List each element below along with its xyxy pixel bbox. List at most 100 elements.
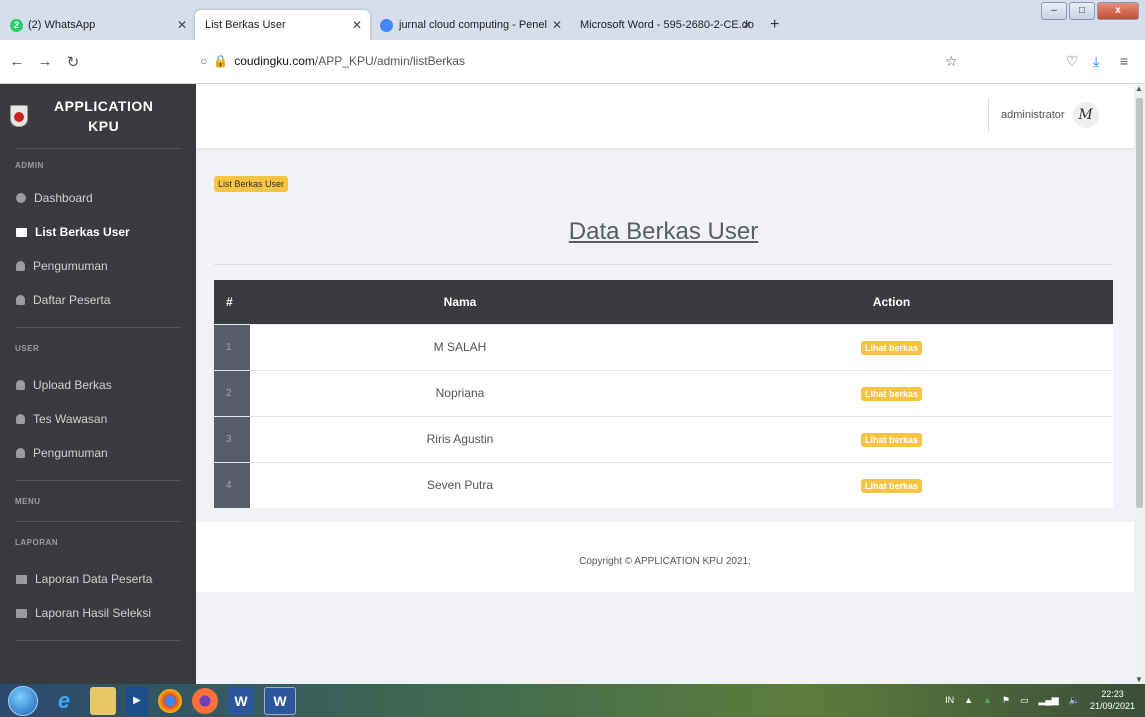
google-icon bbox=[380, 18, 393, 32]
scrollbar[interactable]: ▲ ▼ bbox=[1134, 84, 1145, 684]
folder-icon bbox=[16, 227, 27, 237]
sidebar-item-label: Daftar Peserta bbox=[33, 293, 111, 307]
forward-icon[interactable]: → bbox=[34, 53, 56, 70]
firefox-icon[interactable] bbox=[192, 687, 218, 714]
media-player-icon[interactable]: ▶ bbox=[126, 686, 148, 715]
sidebar-item-list-berkas-user[interactable]: List Berkas User bbox=[0, 215, 196, 249]
column-header-nama: Nama bbox=[250, 280, 670, 324]
tab-label: jurnal cloud computing - Penel bbox=[399, 19, 547, 31]
sidebar-item-label: Laporan Hasil Seleksi bbox=[35, 606, 152, 620]
folder-icon bbox=[16, 608, 27, 618]
user-icon bbox=[16, 261, 25, 271]
tab-whatsapp[interactable]: 2 (2) WhatsApp ✕ bbox=[0, 10, 195, 40]
window-close-button[interactable]: x bbox=[1097, 2, 1139, 20]
breadcrumb[interactable]: List Berkas User bbox=[214, 176, 289, 192]
tab-word[interactable]: Microsoft Word - 595-2680-2-CE.do ✕ bbox=[570, 10, 760, 40]
sidebar-item-pengumuman[interactable]: Pengumuman bbox=[0, 249, 196, 283]
start-button[interactable] bbox=[8, 685, 38, 716]
browser-tab-bar: 2 (2) WhatsApp ✕ List Berkas User ✕ jurn… bbox=[0, 0, 1145, 40]
sidebar-item-pengumuman-user[interactable]: Pengumuman bbox=[0, 436, 196, 470]
section-heading-user: USER bbox=[15, 344, 40, 353]
scrollbar-thumb[interactable] bbox=[1136, 98, 1143, 508]
sidebar-item-label: Tes Wawasan bbox=[33, 412, 108, 426]
sidebar-item-dashboard[interactable]: Dashboard bbox=[0, 181, 196, 215]
maximize-button[interactable]: □ bbox=[1069, 2, 1095, 20]
pocket-icon[interactable]: ♡ bbox=[1066, 53, 1079, 70]
reload-icon[interactable]: ↻ bbox=[62, 53, 84, 71]
row-action: Lihat berkas bbox=[670, 369, 1113, 416]
sidebar-item-label: Pengumuman bbox=[33, 446, 108, 460]
taskbar: e ▶ W W IN ▲ ▲ ⚑ ▭ ▂▄▆ 🔈 22:23 21/09/202… bbox=[0, 684, 1145, 717]
system-tray: IN ▲ ▲ ⚑ ▭ ▂▄▆ 🔈 22:23 21/09/2021 bbox=[945, 688, 1135, 712]
sidebar-item-laporan-data-peserta[interactable]: Laporan Data Peserta bbox=[0, 562, 196, 596]
close-icon[interactable]: ✕ bbox=[177, 18, 187, 32]
close-icon[interactable]: ✕ bbox=[742, 18, 752, 32]
user-icon bbox=[16, 380, 25, 390]
column-header-number: # bbox=[214, 280, 250, 324]
lihat-berkas-button[interactable]: Lihat berkas bbox=[860, 432, 923, 447]
divider bbox=[15, 640, 181, 641]
update-icon[interactable]: ▲ bbox=[983, 695, 992, 705]
lihat-berkas-button[interactable]: Lihat berkas bbox=[860, 340, 923, 355]
table-row: 2 Nopriana Lihat berkas bbox=[214, 369, 1113, 416]
lihat-berkas-button[interactable]: Lihat berkas bbox=[860, 478, 923, 493]
section-heading-laporan: LAPORAN bbox=[15, 538, 59, 547]
back-icon[interactable]: ← bbox=[6, 53, 28, 70]
shield-icon: ○ bbox=[200, 54, 208, 68]
sidebar-item-tes-wawasan[interactable]: Tes Wawasan bbox=[0, 402, 196, 436]
sidebar-item-laporan-hasil-seleksi[interactable]: Laporan Hasil Seleksi bbox=[0, 596, 196, 630]
user-menu[interactable]: administrator M bbox=[988, 98, 1134, 132]
username: administrator bbox=[1001, 109, 1065, 121]
url-domain: coudingku.com bbox=[234, 54, 315, 68]
flag-icon[interactable]: ⚑ bbox=[1002, 695, 1010, 706]
column-header-action: Action bbox=[670, 280, 1113, 324]
brand[interactable]: APPLICATION KPU bbox=[0, 84, 196, 148]
table-row: 1 M SALAH Lihat berkas bbox=[214, 323, 1113, 370]
berkas-table: # Nama Action 1 M SALAH Lihat berkas 2 N… bbox=[214, 280, 1113, 508]
signal-icon[interactable]: ▂▄▆ bbox=[1039, 695, 1059, 706]
folder-icon bbox=[16, 574, 27, 584]
clock[interactable]: 22:23 21/09/2021 bbox=[1090, 688, 1135, 712]
user-icon bbox=[16, 448, 25, 458]
word-document-icon[interactable]: W bbox=[264, 686, 296, 715]
sidebar-item-label: Dashboard bbox=[34, 191, 93, 205]
word-icon[interactable]: W bbox=[228, 686, 254, 715]
sidebar-item-label: List Berkas User bbox=[35, 225, 130, 239]
scroll-up-icon[interactable]: ▲ bbox=[1135, 84, 1143, 93]
close-icon[interactable]: ✕ bbox=[552, 18, 562, 32]
close-icon[interactable]: ✕ bbox=[352, 18, 362, 32]
download-icon[interactable]: ⤓ bbox=[1093, 53, 1099, 70]
show-hidden-icons-icon[interactable]: ▲ bbox=[964, 695, 973, 705]
row-nama: Nopriana bbox=[250, 369, 670, 416]
tab-list-berkas[interactable]: List Berkas User ✕ bbox=[195, 10, 370, 40]
file-explorer-icon[interactable] bbox=[90, 686, 116, 715]
internet-explorer-icon[interactable]: e bbox=[48, 687, 80, 715]
battery-icon[interactable]: ▭ bbox=[1020, 695, 1029, 706]
minimize-button[interactable]: – bbox=[1041, 2, 1067, 20]
row-action: Lihat berkas bbox=[670, 461, 1113, 508]
row-nama: M SALAH bbox=[250, 323, 670, 370]
tab-label: Microsoft Word - 595-2680-2-CE.do bbox=[580, 19, 755, 31]
row-number: 4 bbox=[214, 461, 250, 508]
lihat-berkas-button[interactable]: Lihat berkas bbox=[860, 386, 923, 401]
row-nama: Seven Putra bbox=[250, 461, 670, 508]
volume-icon[interactable]: 🔈 bbox=[1069, 695, 1080, 706]
sidebar-item-upload-berkas[interactable]: Upload Berkas bbox=[0, 368, 196, 402]
kpu-logo-icon bbox=[10, 105, 28, 127]
tab-jurnal[interactable]: jurnal cloud computing - Penel ✕ bbox=[370, 10, 570, 40]
new-tab-button[interactable]: + bbox=[760, 10, 789, 40]
sidebar-item-label: Upload Berkas bbox=[33, 378, 112, 392]
bookmark-star-icon[interactable]: ☆ bbox=[945, 53, 958, 70]
clock-time: 22:23 bbox=[1101, 689, 1124, 699]
sidebar-item-daftar-peserta[interactable]: Daftar Peserta bbox=[0, 283, 196, 317]
table-row: 3 Riris Agustin Lihat berkas bbox=[214, 415, 1113, 462]
language-indicator[interactable]: IN bbox=[945, 695, 954, 705]
chrome-icon[interactable] bbox=[158, 688, 182, 713]
menu-icon[interactable]: ≡ bbox=[1120, 53, 1128, 69]
clock-date: 21/09/2021 bbox=[1089, 701, 1135, 711]
address-bar[interactable]: ○ 🔒 coudingku.com/APP_KPU/admin/listBerk… bbox=[200, 54, 465, 68]
sidebar: APPLICATION KPU ADMIN Dashboard List Ber… bbox=[0, 84, 196, 684]
avatar: M bbox=[1072, 102, 1099, 128]
scroll-down-icon[interactable]: ▼ bbox=[1135, 675, 1143, 684]
copyright-text: Copyright © APPLICATION KPU 2021; bbox=[579, 556, 751, 567]
